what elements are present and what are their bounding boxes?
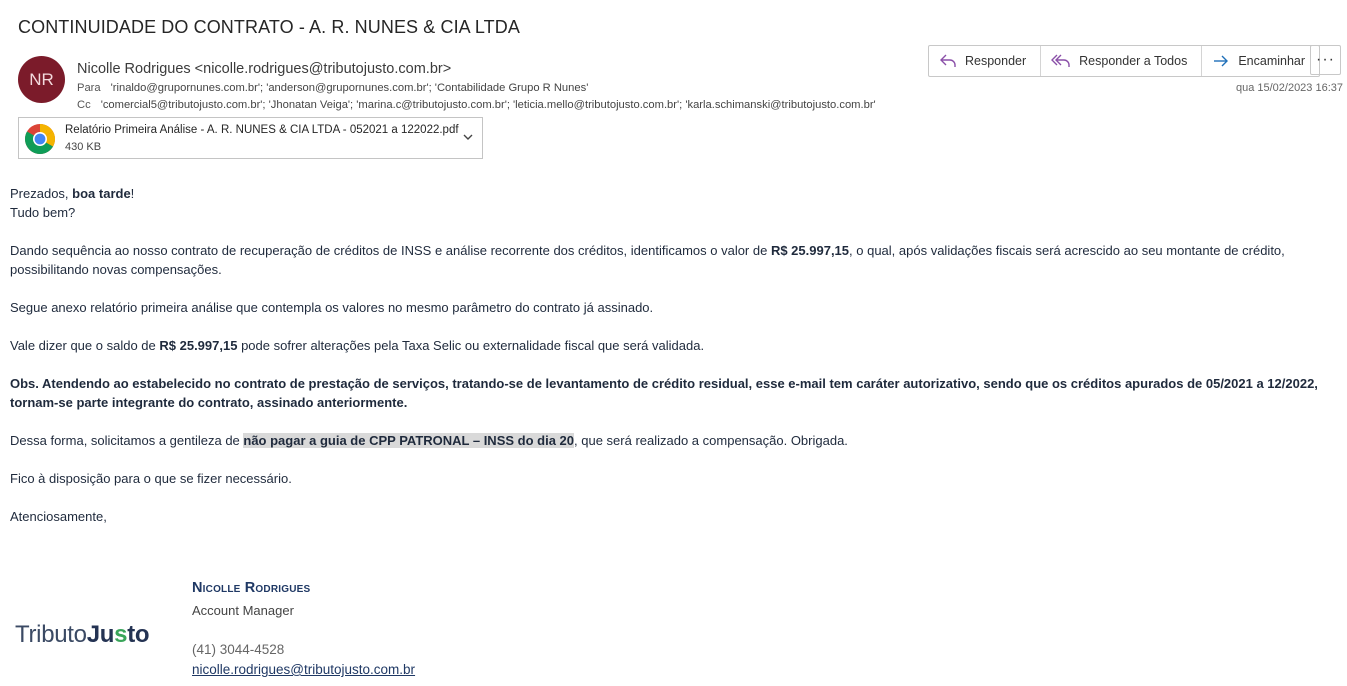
paragraph-obs: Obs. Atendendo ao estabelecido no contra…: [10, 376, 1318, 410]
email-body: Prezados, boa tarde! Tudo bem? Dando seq…: [10, 184, 1340, 545]
reply-icon: [940, 54, 956, 67]
cc-recipients: Cc 'comercial5@tributojusto.com.br'; 'Jho…: [77, 99, 876, 111]
forward-label: Encaminhar: [1238, 54, 1306, 68]
cc-label: Cc: [77, 99, 91, 111]
paragraph-request: Dessa forma, solicitamos a gentileza de …: [10, 433, 848, 448]
signature-role: Account Manager: [192, 603, 294, 618]
highlighted-text: não pagar a guia de CPP PATRONAL – INSS …: [243, 433, 575, 448]
tributojusto-logo: TributoJusto: [15, 621, 150, 648]
reply-all-button[interactable]: Responder a Todos: [1041, 46, 1203, 76]
signature-email-link[interactable]: nicolle.rodrigues@tributojusto.com.br: [192, 662, 415, 677]
paragraph-value: Dando sequência ao nosso contrato de rec…: [10, 243, 1285, 277]
sender-name[interactable]: Nicolle Rodrigues <nicolle.rodrigues@tri…: [77, 61, 451, 77]
chevron-down-icon[interactable]: [462, 131, 474, 143]
greeting: Prezados, boa tarde!: [10, 186, 135, 201]
reply-button[interactable]: Responder: [929, 46, 1042, 76]
message-actions: Responder Responder a Todos Encaminhar: [928, 45, 1321, 77]
signature-name: Nicolle Rodrigues: [192, 580, 311, 596]
reply-all-icon: [1051, 54, 1070, 67]
attachment-name: Relatório Primeira Análise - A. R. NUNES…: [65, 124, 459, 136]
to-label: Para: [77, 82, 101, 94]
email-subject: CONTINUIDADE DO CONTRATO - A. R. NUNES &…: [18, 17, 520, 37]
closing: Atenciosamente,: [10, 509, 107, 524]
reply-label: Responder: [965, 54, 1027, 68]
attachment-size: 430 KB: [65, 141, 102, 153]
to-list[interactable]: 'rinaldo@grupornunes.com.br'; 'anderson@…: [111, 82, 589, 94]
forward-icon: [1214, 55, 1229, 67]
chrome-icon: [24, 124, 56, 155]
paragraph-availability: Fico à disposição para o que se fizer ne…: [10, 471, 292, 486]
forward-button[interactable]: Encaminhar: [1202, 46, 1319, 76]
to-recipients: Para 'rinaldo@grupornunes.com.br'; 'ander…: [77, 82, 588, 94]
greeting-line2: Tudo bem?: [10, 205, 76, 220]
signature-phone: (41) 3044-4528: [192, 642, 285, 657]
attachment[interactable]: Relatório Primeira Análise - A. R. NUNES…: [18, 117, 483, 159]
paragraph-balance: Vale dizer que o saldo de R$ 25.997,15 p…: [10, 338, 705, 353]
sender-avatar[interactable]: NR: [18, 56, 65, 103]
sent-date: qua 15/02/2023 16:37: [1235, 82, 1343, 94]
paragraph-attachment: Segue anexo relatório primeira análise q…: [10, 300, 654, 315]
reply-all-label: Responder a Todos: [1079, 54, 1188, 68]
cc-list[interactable]: 'comercial5@tributojusto.com.br'; 'Jhona…: [101, 99, 876, 111]
more-options-button[interactable]: ···: [1310, 45, 1341, 75]
